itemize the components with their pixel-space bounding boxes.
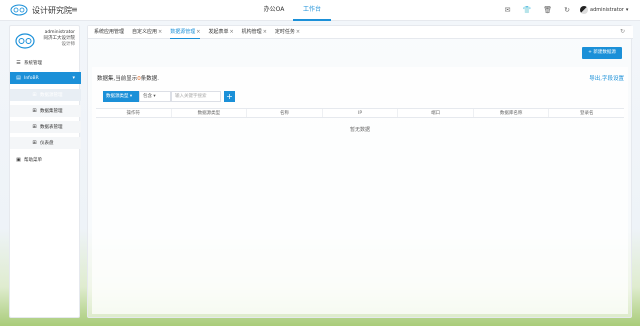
topnav-oa[interactable]: 办公OA: [255, 0, 293, 21]
tab-label: 自定义应用: [132, 29, 158, 35]
help-icon: ▣: [16, 157, 21, 163]
sidebar-item-label: 数据源管理: [40, 93, 63, 98]
user-name: administrator: [590, 7, 624, 13]
tab-datasource[interactable]: 数据源管理×: [170, 26, 201, 39]
sidebar-item-dashboard[interactable]: ⊞ 仪表盘: [10, 137, 81, 149]
sidebar-item-label: 系统管理: [24, 61, 42, 66]
folder-icon: ▤: [16, 75, 21, 81]
profile-block: administrator 同济工大设计院 设计师: [37, 30, 76, 48]
column-header[interactable]: 操作符: [96, 109, 172, 117]
field-select[interactable]: 数据源类型 ▾: [103, 91, 139, 102]
sidebar-item-label: 帮助菜单: [24, 158, 42, 163]
sidebar-item-help[interactable]: ▣ 帮助菜单: [10, 154, 81, 166]
top-nav: 办公OA 工作台: [255, 0, 331, 21]
tab-scheduled[interactable]: 定时任务×: [275, 26, 300, 39]
main-panel: 系统应用管理 自定义应用× 数据源管理× 发起表单× 机构管理× 定时任务× ↻…: [87, 25, 633, 318]
column-header[interactable]: IP: [323, 109, 399, 117]
grid-icon: ⊞: [32, 108, 37, 114]
column-header[interactable]: 登录名: [549, 109, 624, 117]
top-bar: 设计研究院 ≡ 办公OA 工作台 ✉ 👕 🗑 ↻ administrator ▾: [0, 0, 640, 21]
tab-label: 机构管理: [241, 29, 262, 35]
sidebar-item-datatable[interactable]: ⊞ 数据表管理: [10, 121, 81, 133]
close-icon[interactable]: ×: [296, 29, 300, 35]
sidebar-item-label: InfoBR: [24, 75, 39, 81]
list-icon: ☰: [16, 60, 21, 66]
hamburger-icon[interactable]: ≡: [71, 5, 78, 14]
chevron-down-icon: ▾: [72, 75, 75, 81]
logo-icon: [10, 4, 28, 16]
tab-label: 定时任务: [274, 29, 295, 35]
topnav-workbench[interactable]: 工作台: [293, 0, 331, 21]
sidebar-item-infobr[interactable]: ▤ InfoBR ▾: [10, 72, 81, 84]
close-icon[interactable]: ×: [229, 29, 233, 35]
add-filter-button[interactable]: +: [224, 91, 235, 102]
org-logo-icon: [15, 33, 35, 49]
grid-icon: ⊞: [32, 124, 37, 130]
tab-label: 数据源管理: [170, 29, 196, 35]
table-header: 操作符 数据源类型 名称 IP 端口 数据库名称 登录名: [96, 108, 624, 118]
search-row: 数据源类型 ▾ 包含 ▾ +: [103, 91, 235, 102]
column-header[interactable]: 数据源类型: [172, 109, 248, 117]
summary-prefix: 数据集,当前显示: [97, 76, 138, 82]
sidebar-item-label: 数据集管理: [40, 109, 63, 114]
avatar: [580, 6, 588, 14]
content-area: 数据集,当前显示0条数据. 导出,字段设置 数据源类型 ▾ 包含 ▾ + 操作符…: [92, 67, 628, 314]
close-icon[interactable]: ×: [158, 29, 162, 35]
grid-icon: ⊞: [32, 140, 37, 146]
sidebar-item-label: 数据表管理: [40, 125, 63, 130]
tab-label: 发起表单: [208, 29, 229, 35]
column-header[interactable]: 名称: [247, 109, 323, 117]
refresh-tab-icon[interactable]: ↻: [620, 28, 625, 35]
tab-org[interactable]: 机构管理×: [242, 26, 267, 39]
top-icon-group: ✉ 👕 🗑 ↻: [505, 6, 570, 14]
mail-icon[interactable]: ✉: [505, 6, 511, 14]
tab-custom-apps[interactable]: 自定义应用×: [132, 26, 162, 39]
refresh-icon[interactable]: ↻: [564, 6, 570, 14]
column-header[interactable]: 端口: [398, 109, 474, 117]
summary-suffix: 条数据.: [140, 76, 159, 82]
empty-state: 暂无数据: [349, 127, 370, 133]
grid-icon: ⊞: [32, 92, 37, 98]
export-settings-link[interactable]: 导出,字段设置: [589, 74, 624, 82]
user-menu[interactable]: administrator ▾: [580, 6, 628, 14]
close-icon[interactable]: ×: [263, 29, 267, 35]
trash-icon[interactable]: 🗑: [543, 6, 552, 14]
sidebar-item-datasource[interactable]: ⊞ 数据源管理: [10, 89, 81, 101]
sidebar-item-system[interactable]: ☰ 系统管理: [10, 57, 81, 69]
sidebar-item-dataset[interactable]: ⊞ 数据集管理: [10, 105, 81, 117]
brand-title: 设计研究院: [32, 6, 72, 15]
add-datasource-button[interactable]: + 新建数据源: [582, 47, 622, 59]
tab-start-form[interactable]: 发起表单×: [208, 26, 233, 39]
tab-label: 系统应用管理: [94, 29, 125, 35]
tab-bar: 系统应用管理 自定义应用× 数据源管理× 发起表单× 机构管理× 定时任务× ↻: [88, 26, 633, 39]
caret-down-icon: ▾: [625, 7, 629, 13]
record-summary: 数据集,当前显示0条数据.: [97, 74, 159, 82]
column-header[interactable]: 数据库名称: [474, 109, 550, 117]
operator-select[interactable]: 包含 ▾: [139, 91, 171, 102]
sidebar: administrator 同济工大设计院 设计师 ☰ 系统管理 ▤ InfoB…: [9, 25, 81, 318]
search-input[interactable]: [171, 91, 221, 102]
shirt-icon[interactable]: 👕: [523, 6, 532, 14]
close-icon[interactable]: ×: [196, 29, 200, 35]
tab-system-apps[interactable]: 系统应用管理: [94, 26, 124, 39]
sidebar-item-label: 仪表盘: [40, 141, 54, 146]
profile-role: 设计师: [61, 42, 76, 47]
